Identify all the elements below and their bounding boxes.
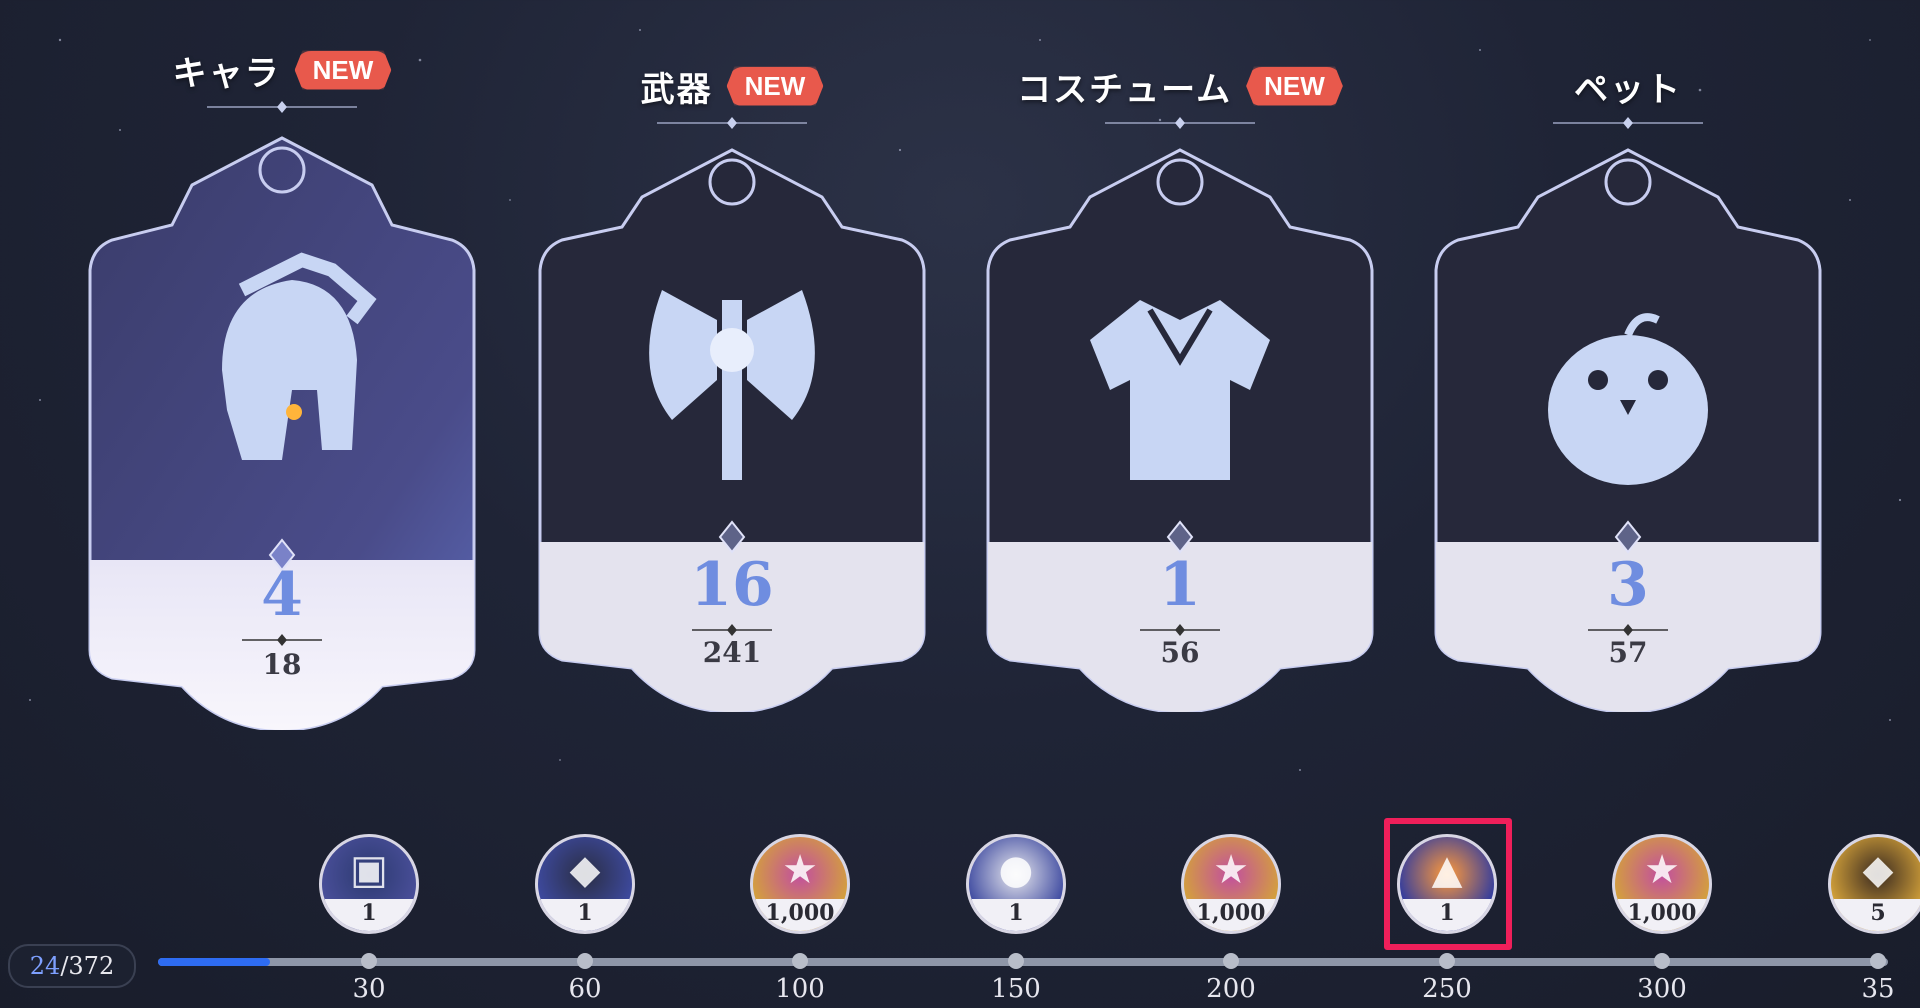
owned-count: 16 — [690, 550, 774, 620]
reward-glyph: ● — [998, 847, 1034, 893]
milestone-dot — [361, 953, 377, 969]
reward-glyph: ◆ — [569, 847, 601, 893]
milestone-label: 250 — [1422, 974, 1472, 1004]
total-count: 56 — [1160, 636, 1200, 669]
reward-node[interactable]: ● 1 — [966, 834, 1068, 946]
total-count: 57 — [1608, 636, 1648, 669]
milestone-label: 35 — [1861, 974, 1895, 1004]
reward-quantity: 1 — [577, 900, 593, 926]
milestone-dot — [792, 953, 808, 969]
new-badge: NEW — [294, 50, 392, 90]
category-card-costume[interactable]: コスチューム NEW 1 56 — [960, 30, 1400, 740]
reward-glyph: ◆ — [1862, 847, 1894, 893]
milestone-label: 30 — [352, 974, 386, 1004]
total-count: 18 — [262, 648, 302, 681]
title-underline — [657, 117, 807, 129]
category-card-weapon[interactable]: 武器 NEW 16 241 — [512, 30, 952, 740]
reward-glyph: ★ — [782, 847, 818, 893]
title-underline — [1553, 117, 1703, 129]
milestone-label: 150 — [991, 974, 1041, 1004]
title-underline — [1105, 117, 1255, 129]
reward-node[interactable]: ★ 1,000 — [1181, 834, 1283, 946]
reward-quantity: 1,000 — [765, 900, 835, 926]
chick-icon — [1548, 313, 1708, 485]
milestone-label: 300 — [1637, 974, 1687, 1004]
milestone-dot — [1439, 953, 1455, 969]
category-title: 武器 — [640, 69, 713, 110]
reward-glyph: ★ — [1644, 847, 1680, 893]
reward-node[interactable]: ★ 1,000 — [1612, 834, 1714, 946]
reward-quantity: 1 — [361, 900, 377, 926]
new-badge: NEW — [1246, 66, 1343, 106]
reward-quantity: 1,000 — [1627, 900, 1697, 926]
count-divider — [1140, 624, 1220, 636]
count-divider — [1588, 624, 1668, 636]
selected-reward-highlight — [1384, 818, 1512, 950]
milestone-dot — [1870, 953, 1886, 969]
owned-count: 3 — [1607, 550, 1649, 620]
milestone-dot — [577, 953, 593, 969]
shirt-icon — [1090, 300, 1270, 480]
reward-glyph: ▣ — [350, 847, 388, 893]
new-badge: NEW — [726, 66, 824, 106]
progress-current: 24 — [29, 952, 61, 980]
milestone-dot — [1654, 953, 1670, 969]
milestone-dot — [1008, 953, 1024, 969]
title-underline — [207, 101, 357, 113]
reward-node[interactable]: ▣ 1 — [319, 834, 421, 946]
owned-count: 1 — [1159, 550, 1201, 620]
reward-glyph: ★ — [1213, 847, 1249, 893]
reward-quantity: 5 — [1870, 900, 1886, 926]
reward-node[interactable]: ★ 1,000 — [750, 834, 852, 946]
total-count: 241 — [702, 636, 762, 669]
milestone-label: 60 — [568, 974, 602, 1004]
category-card-pet[interactable]: ペット 3 57 — [1408, 30, 1848, 740]
count-divider — [692, 624, 772, 636]
reward-node[interactable]: ◆ 1 — [535, 834, 637, 946]
owned-count: 4 — [261, 560, 303, 630]
category-card-character[interactable]: キャラ NEW 4 18 — [62, 30, 502, 740]
count-divider — [242, 634, 322, 646]
collection-progress-counter: 24/372 — [8, 944, 136, 988]
category-title: ペット — [1574, 69, 1682, 110]
category-title: キャラ — [172, 53, 281, 94]
reward-quantity: 1 — [1008, 900, 1024, 926]
progress-fill — [158, 958, 271, 966]
milestone-label: 200 — [1206, 974, 1256, 1004]
category-title: コスチューム — [1017, 69, 1233, 110]
reward-quantity: 1,000 — [1196, 900, 1266, 926]
milestone-dot — [1223, 953, 1239, 969]
progress-total: /372 — [60, 952, 115, 980]
helmet-icon — [222, 252, 377, 460]
milestone-label: 100 — [775, 974, 825, 1004]
axe-icon — [649, 290, 815, 480]
reward-node[interactable]: ◆ 5 — [1828, 834, 1920, 946]
